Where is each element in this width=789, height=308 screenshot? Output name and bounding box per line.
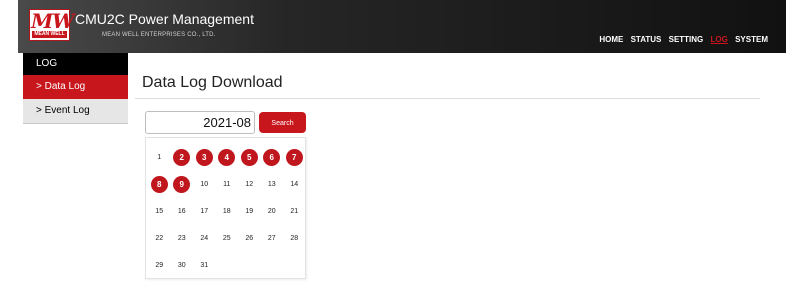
sidebar-item-event-log[interactable]: > Event Log — [23, 99, 128, 124]
calendar-day-number: 21 — [290, 208, 299, 215]
title-divider — [135, 98, 760, 99]
calendar-day[interactable]: 24 — [193, 225, 216, 252]
nav-system[interactable]: SYSTEM — [735, 35, 768, 44]
calendar-day[interactable]: 8 — [148, 171, 171, 198]
meanwell-logo: MW MEAN WELL — [29, 9, 75, 41]
calendar-day-number: 26 — [245, 235, 254, 242]
calendar-day[interactable]: 22 — [148, 225, 171, 252]
calendar-day[interactable]: 26 — [238, 225, 261, 252]
company-name: MEAN WELL ENTERPRISES CO., LTD. — [102, 32, 216, 38]
logo-subtext: MEAN WELL — [32, 31, 67, 38]
calendar-day[interactable]: 31 — [193, 252, 216, 279]
nav-status[interactable]: STATUS — [631, 35, 662, 44]
calendar-picker: 1 2 3 4 5 6 7 8 9 10 11 12 13 14 15 16 17 18 19 20 21 22 23 24 2… — [145, 137, 306, 279]
calendar-day[interactable]: 6 — [261, 144, 284, 171]
nav-setting[interactable]: SETTING — [669, 35, 704, 44]
calendar-day[interactable]: 25 — [216, 225, 239, 252]
calendar-day-number: 19 — [245, 208, 254, 215]
sidebar: LOG > Data Log > Event Log — [23, 53, 128, 124]
page-title: Data Log Download — [142, 74, 283, 91]
calendar-day-number: 8 — [150, 176, 168, 193]
calendar-day[interactable]: 28 — [283, 225, 306, 252]
calendar-day-number: 20 — [267, 208, 276, 215]
calendar-day[interactable]: 23 — [171, 225, 194, 252]
calendar-day-number: 13 — [267, 181, 276, 188]
calendar-day-number: 30 — [177, 262, 186, 269]
search-button[interactable]: Search — [259, 112, 306, 133]
calendar-day[interactable]: 16 — [171, 198, 194, 225]
calendar-day-number: 18 — [222, 208, 231, 215]
calendar-day-number: 25 — [222, 235, 231, 242]
calendar-day[interactable]: 21 — [283, 198, 306, 225]
sidebar-section-title: LOG — [23, 53, 128, 75]
calendar-day-number: 11 — [223, 181, 231, 188]
nav-log[interactable]: LOG — [711, 35, 728, 44]
nav-home[interactable]: HOME — [599, 35, 623, 44]
calendar-day[interactable]: 19 — [238, 198, 261, 225]
calendar-day-number: 3 — [195, 149, 213, 166]
calendar-day[interactable]: 27 — [261, 225, 284, 252]
calendar-day-number: 16 — [177, 208, 186, 215]
calendar-day-number: 12 — [245, 181, 254, 188]
calendar-day-number: 7 — [285, 149, 303, 166]
calendar-grid: 1 2 3 4 5 6 7 8 9 10 11 12 13 14 15 16 17 18 19 20 21 22 23 24 2… — [148, 144, 306, 279]
calendar-day[interactable]: 9 — [171, 171, 194, 198]
calendar-day-number: 6 — [263, 149, 281, 166]
calendar-day[interactable]: 13 — [261, 171, 284, 198]
calendar-day-number: 5 — [240, 149, 258, 166]
app-title: CMU2C Power Management — [75, 11, 254, 27]
calendar-day-number: 9 — [173, 176, 191, 193]
calendar-day-number: 10 — [200, 181, 209, 188]
month-input[interactable] — [145, 111, 255, 134]
calendar-day-number: 2 — [173, 149, 191, 166]
calendar-day-number: 14 — [290, 181, 299, 188]
calendar-day-number: 22 — [155, 235, 164, 242]
calendar-day[interactable]: 30 — [171, 252, 194, 279]
calendar-day[interactable]: 15 — [148, 198, 171, 225]
calendar-day[interactable]: 20 — [261, 198, 284, 225]
calendar-day-number: 15 — [155, 208, 164, 215]
calendar-day[interactable]: 12 — [238, 171, 261, 198]
calendar-day[interactable]: 4 — [216, 144, 239, 171]
calendar-day[interactable]: 14 — [283, 171, 306, 198]
calendar-day-number: 29 — [155, 262, 164, 269]
calendar-day[interactable]: 17 — [193, 198, 216, 225]
calendar-day-number: 24 — [200, 235, 209, 242]
calendar-day-number: 1 — [157, 154, 162, 161]
calendar-day-number: 17 — [200, 208, 209, 215]
calendar-day[interactable]: 7 — [283, 144, 306, 171]
calendar-day-number: 23 — [177, 235, 186, 242]
app-header: MW MEAN WELL CMU2C Power Management MEAN… — [18, 0, 786, 53]
calendar-day[interactable]: 18 — [216, 198, 239, 225]
calendar-day-number: 28 — [290, 235, 299, 242]
logo-mark: MW — [31, 9, 75, 33]
calendar-day-number: 31 — [200, 262, 209, 269]
calendar-day-number: 4 — [218, 149, 236, 166]
calendar-day[interactable]: 2 — [171, 144, 194, 171]
calendar-day[interactable]: 5 — [238, 144, 261, 171]
calendar-day[interactable]: 29 — [148, 252, 171, 279]
calendar-day[interactable]: 3 — [193, 144, 216, 171]
calendar-day-number: 27 — [267, 235, 276, 242]
calendar-day[interactable]: 1 — [148, 144, 171, 171]
sidebar-item-data-log[interactable]: > Data Log — [23, 75, 128, 99]
calendar-day[interactable]: 11 — [216, 171, 239, 198]
top-navigation: HOME STATUS SETTING LOG SYSTEM — [594, 35, 768, 44]
calendar-day[interactable]: 10 — [193, 171, 216, 198]
